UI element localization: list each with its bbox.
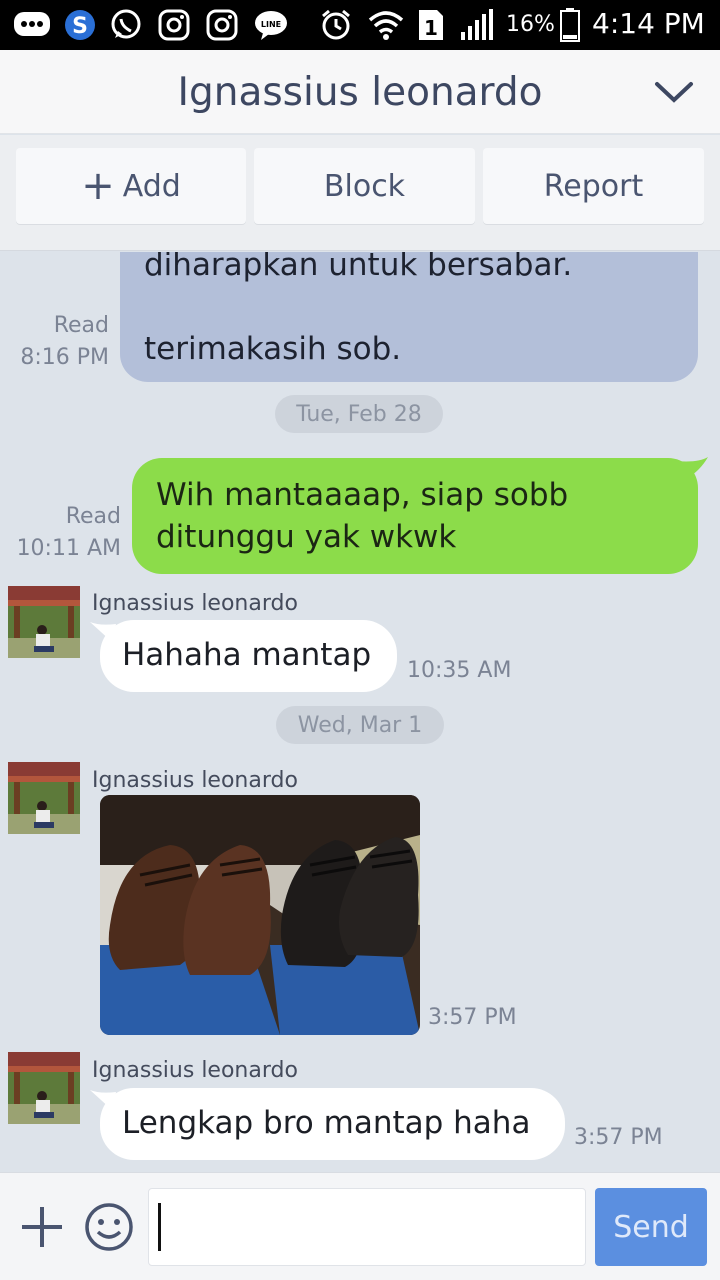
date-divider: Wed, Mar 1 [276, 706, 444, 744]
battery-icon [558, 8, 582, 42]
send-button-label: Send [613, 1209, 689, 1245]
text-caret [158, 1203, 161, 1251]
report-button-label: Report [543, 168, 644, 204]
sender-name: Ignassius leonardo [92, 1058, 298, 1083]
message-input[interactable] [148, 1188, 586, 1266]
message-time: 10:35 AM [407, 658, 512, 683]
message-text: ditunggu yak wkwk [156, 519, 457, 555]
date-divider: Tue, Feb 28 [275, 395, 443, 433]
chevron-down-icon[interactable] [654, 78, 694, 108]
plus-icon[interactable] [18, 1203, 66, 1251]
svg-text:1: 1 [424, 16, 438, 40]
message-text: diharapkan untuk bersabar. [144, 252, 573, 283]
svg-text:LINE: LINE [261, 20, 281, 29]
avatar[interactable] [8, 1052, 80, 1124]
instagram-icon [204, 8, 240, 42]
alarm-icon [318, 8, 354, 42]
message-list[interactable]: diharapkan untuk bersabar. terimakasih s… [0, 252, 720, 1172]
svg-text:S: S [72, 14, 88, 39]
message-time: 3:57 PM [574, 1125, 663, 1150]
message-text: Lengkap bro mantap haha [122, 1105, 531, 1141]
message-text: Hahaha mantap [122, 637, 372, 673]
received-message-bubble[interactable]: Hahaha mantap [100, 620, 397, 692]
add-button[interactable]: + Add [16, 148, 246, 224]
emoji-icon[interactable] [84, 1202, 134, 1252]
send-button[interactable]: Send [595, 1188, 707, 1266]
avatar[interactable] [8, 586, 80, 658]
message-time: 8:16 PM [20, 345, 109, 370]
message-time: 3:57 PM [428, 1005, 517, 1030]
signal-icon [456, 8, 496, 42]
received-message-bubble[interactable]: Lengkap bro mantap haha [100, 1088, 565, 1160]
clock: 4:14 PM [592, 7, 705, 40]
wifi-icon [366, 8, 406, 42]
report-button[interactable]: Report [483, 148, 704, 224]
block-button[interactable]: Block [254, 148, 475, 224]
chat-header: Ignassius leonardo [0, 50, 720, 134]
message-meta: Read 8:16 PM [0, 310, 109, 374]
read-status: Read [65, 504, 121, 529]
whatsapp-icon [108, 8, 144, 42]
sent-message-bubble[interactable]: Wih mantaaaap, siap sobb ditunggu yak wk… [132, 458, 698, 574]
sent-message-bubble[interactable]: diharapkan untuk bersabar. terimakasih s… [120, 252, 698, 382]
line-icon: LINE [252, 8, 290, 42]
action-bar: + Add Block Report [0, 135, 720, 251]
message-text: Wih mantaaaap, siap sobb [156, 477, 569, 513]
sender-name: Ignassius leonardo [92, 591, 298, 616]
shoes-photo[interactable] [100, 795, 420, 1035]
avatar[interactable] [8, 762, 80, 834]
message-text: terimakasih sob. [144, 331, 402, 367]
status-bar: S LINE 1 16% 4:14 PM [0, 0, 720, 50]
block-button-label: Block [323, 168, 406, 204]
add-button-label: Add [122, 168, 181, 204]
sim-icon: 1 [416, 8, 446, 42]
chat-title: Ignassius leonardo [177, 70, 543, 115]
bubble-tail [676, 457, 708, 479]
message-meta: Read 10:11 AM [0, 501, 121, 565]
message-icon [12, 8, 52, 42]
message-time: 10:11 AM [16, 536, 121, 561]
skype-icon: S [62, 8, 98, 42]
input-bar: Send [0, 1172, 720, 1280]
sender-name: Ignassius leonardo [92, 768, 298, 793]
read-status: Read [53, 313, 109, 338]
battery-percent: 16% [506, 12, 555, 37]
instagram-icon [156, 8, 192, 42]
plus-icon: + [81, 163, 115, 209]
